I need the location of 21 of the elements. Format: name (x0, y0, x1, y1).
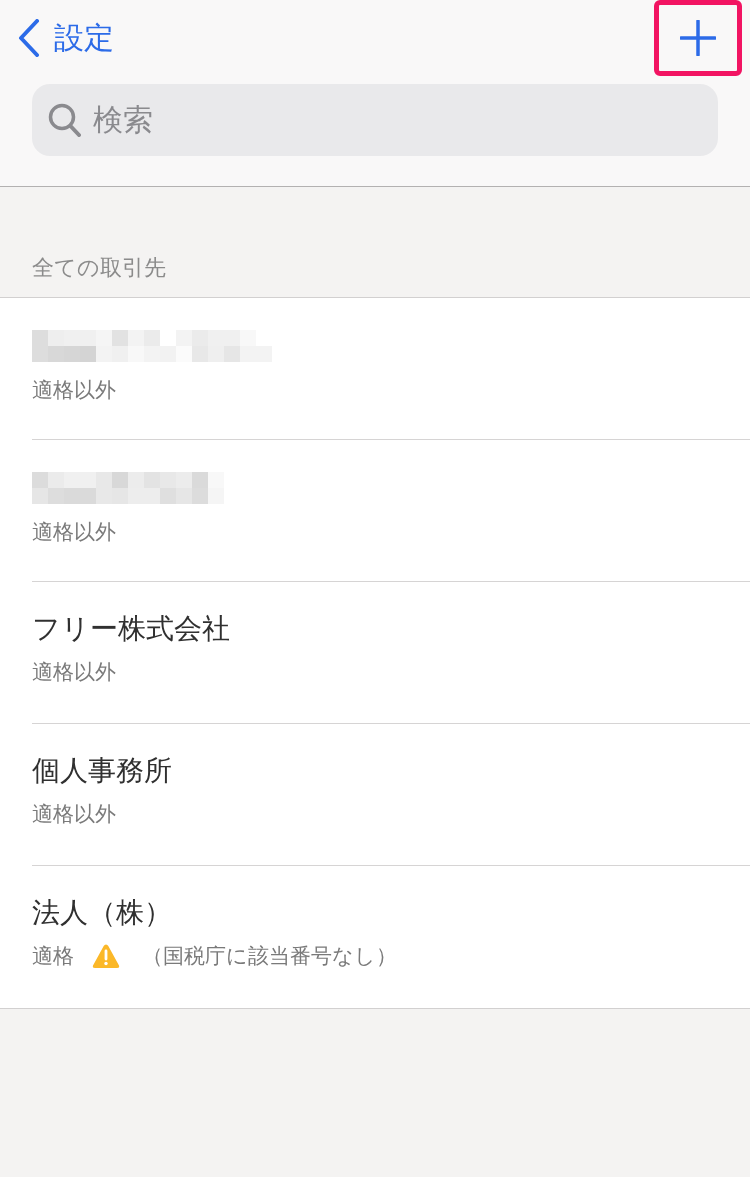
partner-name: 法人（株） (32, 896, 172, 930)
back-button[interactable]: 設定 (14, 18, 118, 58)
plus-icon (680, 20, 716, 56)
partner-row[interactable]: 適格以外 (32, 440, 750, 582)
partner-row[interactable]: 個人事務所 適格以外 (32, 724, 750, 866)
search-icon (48, 103, 81, 137)
invoice-status: 適格以外 (32, 377, 116, 404)
invoice-status: 適格以外 (32, 801, 116, 828)
add-button[interactable] (654, 0, 742, 76)
partner-name: フリー株式会社 (32, 612, 230, 646)
partner-row[interactable]: フリー株式会社 適格以外 (32, 582, 750, 724)
partner-name: 個人事務所 (32, 754, 172, 788)
partner-row[interactable]: 適格以外 (32, 298, 750, 440)
invoice-status: 適格以外 (32, 659, 116, 686)
status-note: （国税庁に該当番号なし） (142, 943, 397, 970)
invoice-status: 適格以外 (32, 519, 116, 546)
section-header: 全ての取引先 (32, 254, 166, 282)
invoice-status: 適格 (32, 943, 74, 970)
partner-row[interactable]: 法人（株） 適格 （国税庁に該当番号なし） (32, 866, 750, 1008)
back-chevron-icon (18, 19, 40, 57)
search-field[interactable]: 検索 (32, 84, 718, 156)
